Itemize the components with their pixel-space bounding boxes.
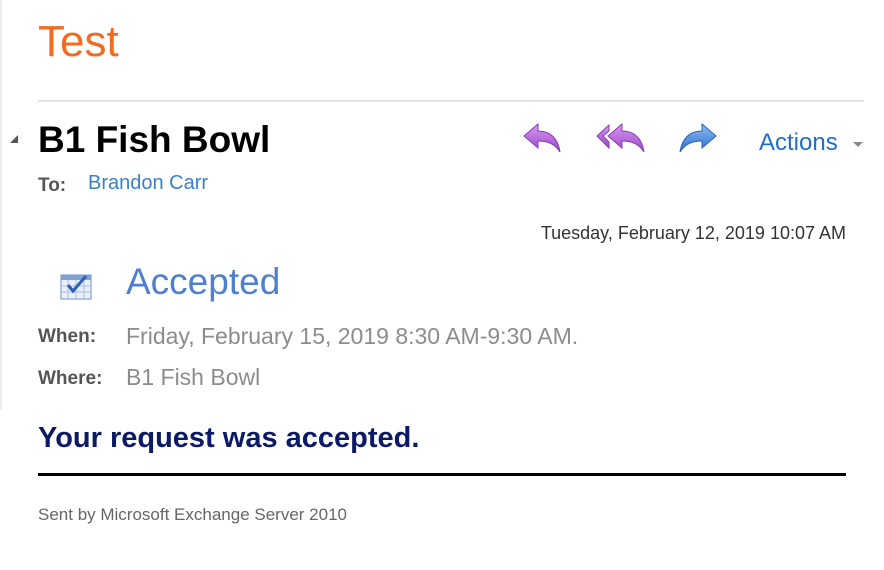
message-subject: B1 Fish Bowl [38,119,271,160]
when-label: When: [38,326,97,347]
when-value: Friday, February 15, 2019 8:30 AM-9:30 A… [126,323,579,349]
forward-icon[interactable] [676,120,720,165]
message-footer: Sent by Microsoft Exchange Server 2010 [38,505,347,524]
calendar-accepted-icon [60,272,92,305]
reply-all-icon[interactable] [594,120,650,165]
where-label: Where: [38,368,103,389]
actions-menu-button[interactable]: Actions [759,128,838,158]
pane-edge-shadow [0,0,3,410]
where-value: B1 Fish Bowl [126,364,261,390]
meeting-status: Accepted [126,261,281,302]
chevron-down-icon[interactable] [853,142,863,147]
body-divider [38,473,846,476]
header-divider [38,100,864,102]
reply-icon[interactable] [520,120,564,165]
sent-timestamp: Tuesday, February 12, 2019 10:07 AM [540,223,846,243]
recipient-link[interactable]: Brandon Carr [88,172,208,195]
to-label: To: [38,175,67,196]
email-reading-pane: Test B1 Fish Bowl Actions To: Brandon Ca… [0,0,884,570]
folder-title: Test [38,17,119,66]
message-body-text: Your request was accepted. [38,422,420,454]
collapse-header-icon[interactable] [10,135,18,143]
